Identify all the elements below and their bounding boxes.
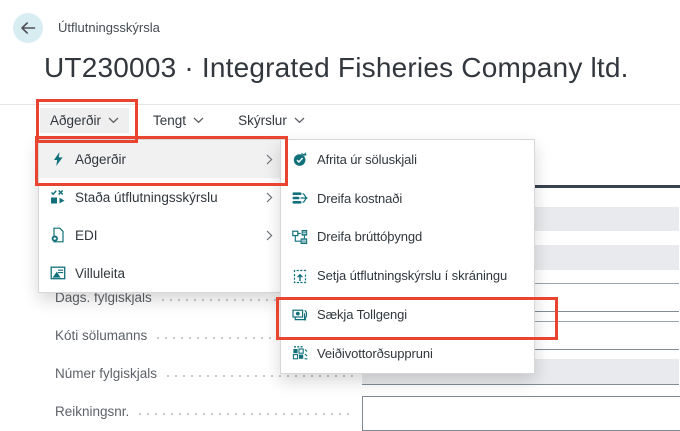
menubar-item-tengt[interactable]: Tengt <box>143 108 214 133</box>
chevron-down-icon <box>108 117 119 124</box>
menu-item-stada-utflutningsskyrslu[interactable]: Staða útflutningsskýrslu <box>39 178 281 216</box>
back-arrow-icon <box>20 21 36 35</box>
distribute-weight-icon <box>291 228 308 245</box>
edi-document-icon <box>49 227 66 244</box>
submenu-item-label: Dreifa kostnaði <box>317 191 402 206</box>
menu-item-label: Staða útflutningsskýrslu <box>75 190 218 205</box>
page-title: UT230003 · Integrated Fisheries Company … <box>44 52 629 84</box>
register-clipboard-icon <box>291 267 308 284</box>
reikningsnr-input[interactable] <box>362 396 680 431</box>
chevron-right-icon <box>266 230 273 241</box>
field-label: Númer fylgiskjals <box>55 366 157 381</box>
chevron-right-icon <box>266 192 273 203</box>
submenu-item-afrita-ur-soluskjali[interactable]: Afrita úr söluskjali <box>281 140 534 179</box>
picture-icon <box>49 265 66 282</box>
submenu-item-setja-i-skraningu[interactable]: Setja útflutningskýrslu í skráningu <box>281 256 534 295</box>
submenu-item-label: Dreifa brúttóþyngd <box>317 229 422 244</box>
action-menubar: Aðgerðir Tengt Skýrslur <box>40 105 315 136</box>
menubar-item-label: Aðgerðir <box>50 113 101 128</box>
submenu-item-veidivottordsuppruni[interactable]: Veiðivottorðsuppruni <box>281 334 534 373</box>
submenu-item-label: Veiðivottorðsuppruni <box>317 346 433 361</box>
chevron-down-icon <box>294 117 305 124</box>
submenu-item-saekja-tollgengi[interactable]: Sækja Tollgengi <box>281 295 534 334</box>
submenu-item-dreifa-bruttothyngd[interactable]: Dreifa brúttóþyngd <box>281 218 534 257</box>
menubar-item-adgerdir[interactable]: Aðgerðir <box>40 108 129 133</box>
allocate-cost-icon <box>291 190 308 207</box>
menubar-item-label: Tengt <box>153 113 186 128</box>
dotted-leader <box>139 413 355 415</box>
field-label: Kóti sölumanns <box>55 328 147 343</box>
submenu-item-label: Sækja Tollgengi <box>317 307 407 322</box>
menu-item-label: Villuleita <box>75 266 125 281</box>
chevron-down-icon <box>193 117 204 124</box>
dotted-leader <box>167 375 355 377</box>
menu-item-label: Aðgerðir <box>75 152 126 167</box>
menu-item-villuleita[interactable]: Villuleita <box>39 254 281 292</box>
menu-item-edi[interactable]: EDI <box>39 216 281 254</box>
submenu-item-dreifa-kostnadi[interactable]: Dreifa kostnaði <box>281 179 534 218</box>
document-status-icon <box>49 189 66 206</box>
breadcrumb[interactable]: Útflutningsskýrsla <box>58 20 160 35</box>
chevron-right-icon <box>266 154 273 165</box>
field-label: Reikningsnr. <box>55 404 129 419</box>
form-row-reikningsnr: Reikningsnr. <box>55 403 355 420</box>
submenu-item-label: Setja útflutningskýrslu í skráningu <box>317 268 507 283</box>
menu-item-label: EDI <box>75 228 98 243</box>
lightning-icon <box>49 151 66 168</box>
submenu-item-label: Afrita úr söluskjali <box>317 152 417 167</box>
actions-dropdown-menu: Aðgerðir Staða útflutningsskýrslu <box>38 139 282 293</box>
back-button[interactable] <box>13 13 43 43</box>
menubar-item-label: Skýrslur <box>238 113 287 128</box>
actions-submenu: Afrita úr söluskjali Dreifa kostnaði Dre… <box>280 139 535 374</box>
origin-grid-icon <box>291 345 308 362</box>
copy-check-icon <box>291 151 308 168</box>
menubar-item-skyrslur[interactable]: Skýrslur <box>228 108 315 133</box>
menu-item-adgerdir[interactable]: Aðgerðir <box>39 140 281 178</box>
currency-exchange-icon <box>291 306 308 323</box>
